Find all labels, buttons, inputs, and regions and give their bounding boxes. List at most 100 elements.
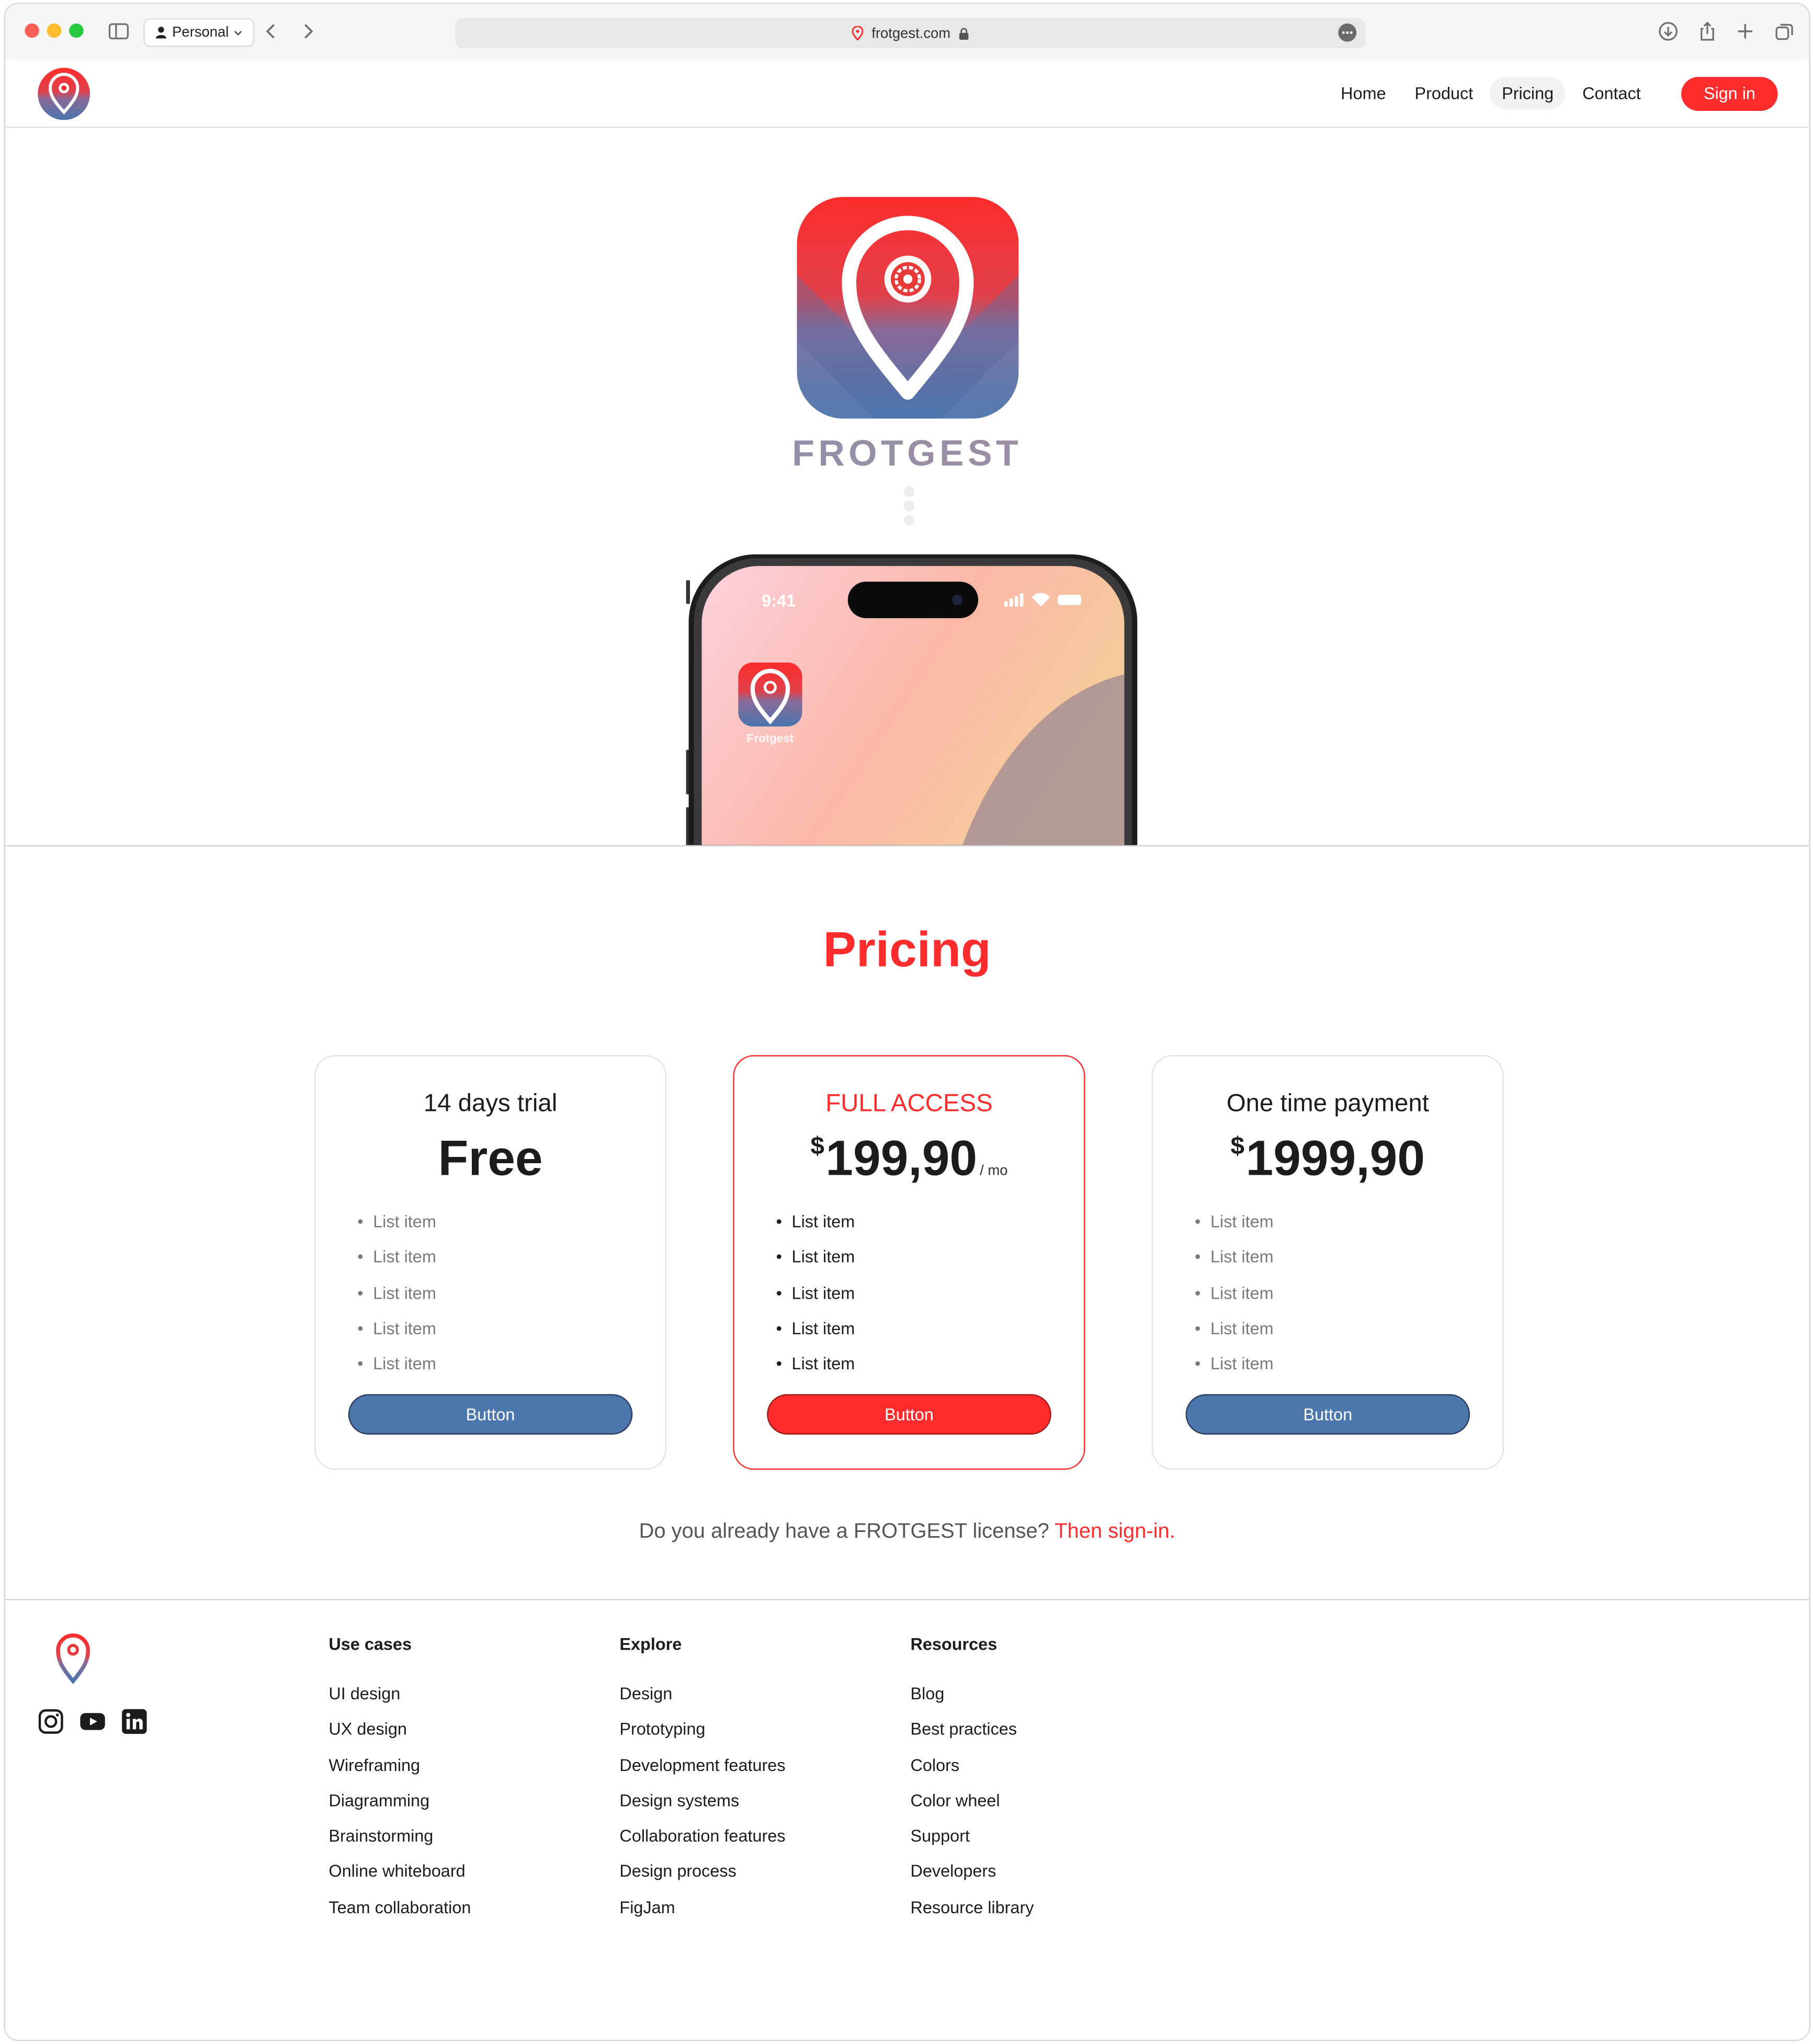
browser-window: Personal frotgest.com Home Product Prici… [4,2,1810,2041]
plan-card-one-time: One time payment $1999,90 List item List… [1151,1055,1504,1470]
address-bar[interactable]: frotgest.com [455,18,1366,49]
feature-item: List item [1195,1346,1274,1382]
sidebar-toggle-icon[interactable] [107,19,130,43]
plan-name: One time payment [1226,1090,1429,1118]
phone-mockup: 9:41 Frotgest [686,554,1138,845]
footer-link[interactable]: UX design [328,1711,471,1747]
page-menu-icon[interactable] [1338,23,1357,42]
minimize-window-button[interactable] [47,23,62,38]
footer-link[interactable]: Color wheel [910,1782,1034,1818]
app-location-pin-icon [797,197,1019,419]
footer-link[interactable]: Prototyping [619,1711,785,1747]
site-pin-icon [852,26,864,41]
footer-link[interactable]: Best practices [910,1711,1034,1747]
person-icon [155,27,166,39]
currency-symbol: $ [810,1133,824,1161]
price-value: Free [438,1132,543,1187]
price-value: 199,90 [825,1132,978,1187]
nav-pricing[interactable]: Pricing [1490,77,1566,110]
footer-column-title: Use cases [328,1634,412,1654]
feature-list: List item List item List item List item … [1195,1204,1274,1382]
footer-column-title: Resources [910,1634,998,1654]
footer-link[interactable]: Developers [910,1854,1034,1889]
footer-link[interactable]: Blog [910,1676,1034,1711]
phone-time: 9:41 [762,591,796,610]
feature-item: List item [357,1240,436,1276]
site-footer: Use cases UI design UX design Wireframin… [5,1599,1809,2040]
price-value: 1999,90 [1245,1132,1425,1187]
linkedin-icon[interactable] [121,1708,148,1734]
feature-item: List item [776,1275,855,1311]
footer-link[interactable]: Resource library [910,1890,1034,1925]
footer-link[interactable]: FigJam [619,1890,785,1925]
profile-label: Personal [172,25,229,41]
footer-link[interactable]: Team collaboration [328,1890,471,1925]
feature-item: List item [776,1346,855,1382]
license-sign-in-link[interactable]: Then sign-in. [1055,1520,1175,1542]
battery-icon [1058,595,1082,605]
zoom-window-button[interactable] [69,23,84,38]
license-text: Do you already have a FROTGEST license? [639,1520,1049,1543]
nav-product[interactable]: Product [1403,77,1485,109]
feature-item: List item [357,1346,436,1382]
plan-card-full-access: FULL ACCESS $199,90/ mo List item List i… [733,1055,1085,1470]
forward-icon[interactable] [296,19,320,43]
back-icon[interactable] [259,19,283,43]
feature-item: List item [1195,1311,1274,1347]
footer-link[interactable]: Design systems [619,1782,785,1818]
site-header: Home Product Pricing Contact Sign in [5,60,1809,128]
footer-link[interactable]: Wireframing [328,1747,471,1782]
footer-link[interactable]: Collaboration features [619,1818,785,1854]
download-icon[interactable] [1657,19,1680,43]
full-access-plan-button[interactable]: Button [767,1394,1051,1435]
chevron-down-icon [235,30,243,35]
home-app-icon[interactable] [738,662,802,726]
footer-link[interactable]: Design process [619,1854,785,1889]
tab-overview-icon[interactable] [1773,19,1796,43]
hero-section: FROTGEST 9:41 Frotgest [5,129,1809,847]
home-app-label: Frotgest [747,732,794,745]
footer-link[interactable]: Online whiteboard [328,1854,471,1889]
nav-home[interactable]: Home [1329,77,1398,109]
footer-link[interactable]: Brainstorming [328,1818,471,1854]
footer-link[interactable]: Design [619,1676,785,1711]
one-time-plan-button[interactable]: Button [1185,1394,1470,1435]
app-icon [797,197,1019,419]
footer-link[interactable]: Diagramming [328,1782,471,1818]
feature-item: List item [1195,1240,1274,1276]
trial-plan-button[interactable]: Button [348,1394,633,1435]
footer-link[interactable]: UI design [328,1676,471,1711]
close-window-button[interactable] [25,23,39,38]
lock-icon [959,27,968,39]
footer-logo-icon[interactable] [55,1631,92,1684]
footer-link[interactable]: Colors [910,1747,1034,1782]
footer-column-resources: Resources Blog Best practices Colors Col… [910,1634,1034,1925]
nav-contact[interactable]: Contact [1571,77,1653,109]
plan-card-trial: 14 days trial Free List item List item L… [314,1055,667,1470]
plan-name: FULL ACCESS [825,1090,993,1118]
feature-item: List item [357,1275,436,1311]
divider-dot [903,515,914,526]
sign-in-button[interactable]: Sign in [1681,77,1778,111]
instagram-icon[interactable] [38,1708,64,1734]
plan-price: $1999,90 [1153,1132,1502,1188]
frotgest-logo-icon[interactable] [37,66,92,121]
feature-item: List item [357,1204,436,1240]
footer-column-explore: Explore Design Prototyping Development f… [619,1634,785,1925]
feature-list: List item List item List item List item … [357,1204,436,1382]
footer-column-title: Explore [619,1634,682,1654]
plan-price: Free [315,1132,665,1188]
new-tab-icon[interactable] [1733,19,1757,43]
footer-link[interactable]: Development features [619,1747,785,1782]
feature-list: List item List item List item List item … [776,1204,855,1382]
footer-link[interactable]: Support [910,1818,1034,1854]
profile-switcher[interactable]: Personal [143,18,255,47]
feature-item: List item [776,1240,855,1276]
url-text: frotgest.com [871,25,951,41]
feature-item: List item [776,1204,855,1240]
price-period: / mo [980,1163,1008,1179]
feature-item: List item [1195,1275,1274,1311]
share-icon[interactable] [1696,19,1719,43]
divider-dot [903,501,914,512]
youtube-icon[interactable] [80,1708,106,1734]
